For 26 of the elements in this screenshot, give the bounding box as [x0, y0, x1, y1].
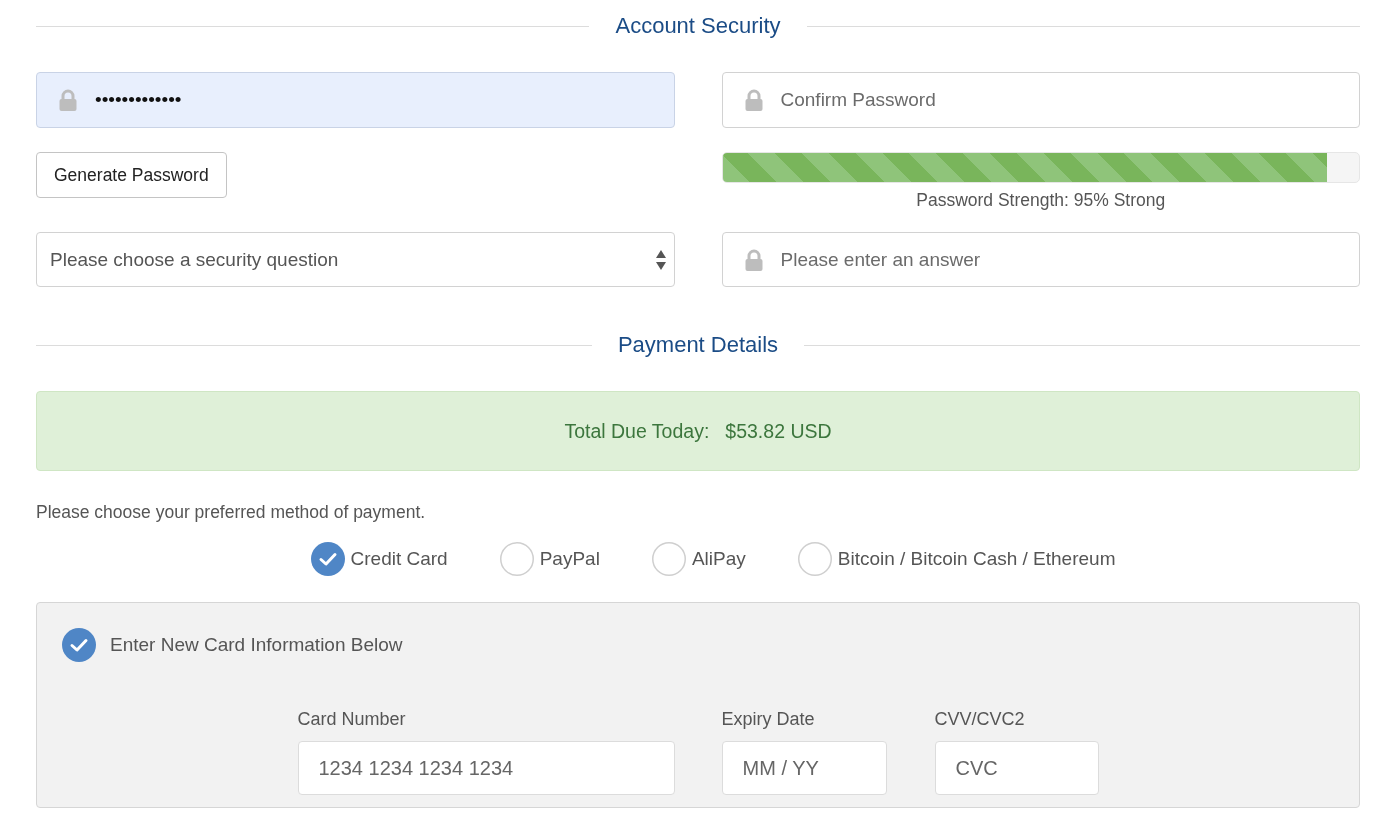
lock-icon	[743, 248, 764, 271]
card-input-field[interactable]: MM / YY	[721, 741, 887, 795]
card-input-field[interactable]: 1234 1234 1234 1234	[297, 741, 675, 795]
field-label: Card Number	[297, 708, 406, 730]
payment-method-option[interactable]: PayPal	[499, 542, 600, 576]
field-label: Expiry Date	[721, 708, 815, 730]
strength-label: Password Strength: 95% Strong	[916, 190, 1166, 210]
security-question-select[interactable]: Please choose a security question	[36, 232, 675, 287]
select-arrows-icon	[655, 249, 666, 270]
section-title: Account Security	[615, 12, 781, 40]
total-label: Total Due Today:	[564, 419, 710, 443]
field-label: CVV/CVC2	[934, 708, 1025, 730]
payment-method-option[interactable]: Credit Card	[310, 542, 448, 576]
lock-icon	[58, 89, 78, 111]
payment-method-option[interactable]: Bitcoin / Bitcoin Cash / Ethereum	[797, 542, 1116, 576]
section-title: Payment Details	[617, 331, 779, 359]
generate-password-button[interactable]: Generate Password	[36, 152, 227, 198]
payment-method-option[interactable]: AliPay	[651, 542, 746, 576]
password-field[interactable]: •••••••••••••	[36, 72, 675, 128]
answer-field[interactable]: Please enter an answer	[721, 232, 1360, 287]
confirm-password-field[interactable]: Confirm Password	[721, 72, 1360, 128]
lock-icon	[743, 89, 764, 111]
payment-prompt: Please choose your preferred method of payment.	[36, 501, 426, 523]
total-amount: $53.82 USD	[725, 419, 832, 443]
card-input-field[interactable]: CVC	[934, 741, 1099, 795]
new-card-option[interactable]: Enter New Card Information Below	[62, 628, 403, 662]
